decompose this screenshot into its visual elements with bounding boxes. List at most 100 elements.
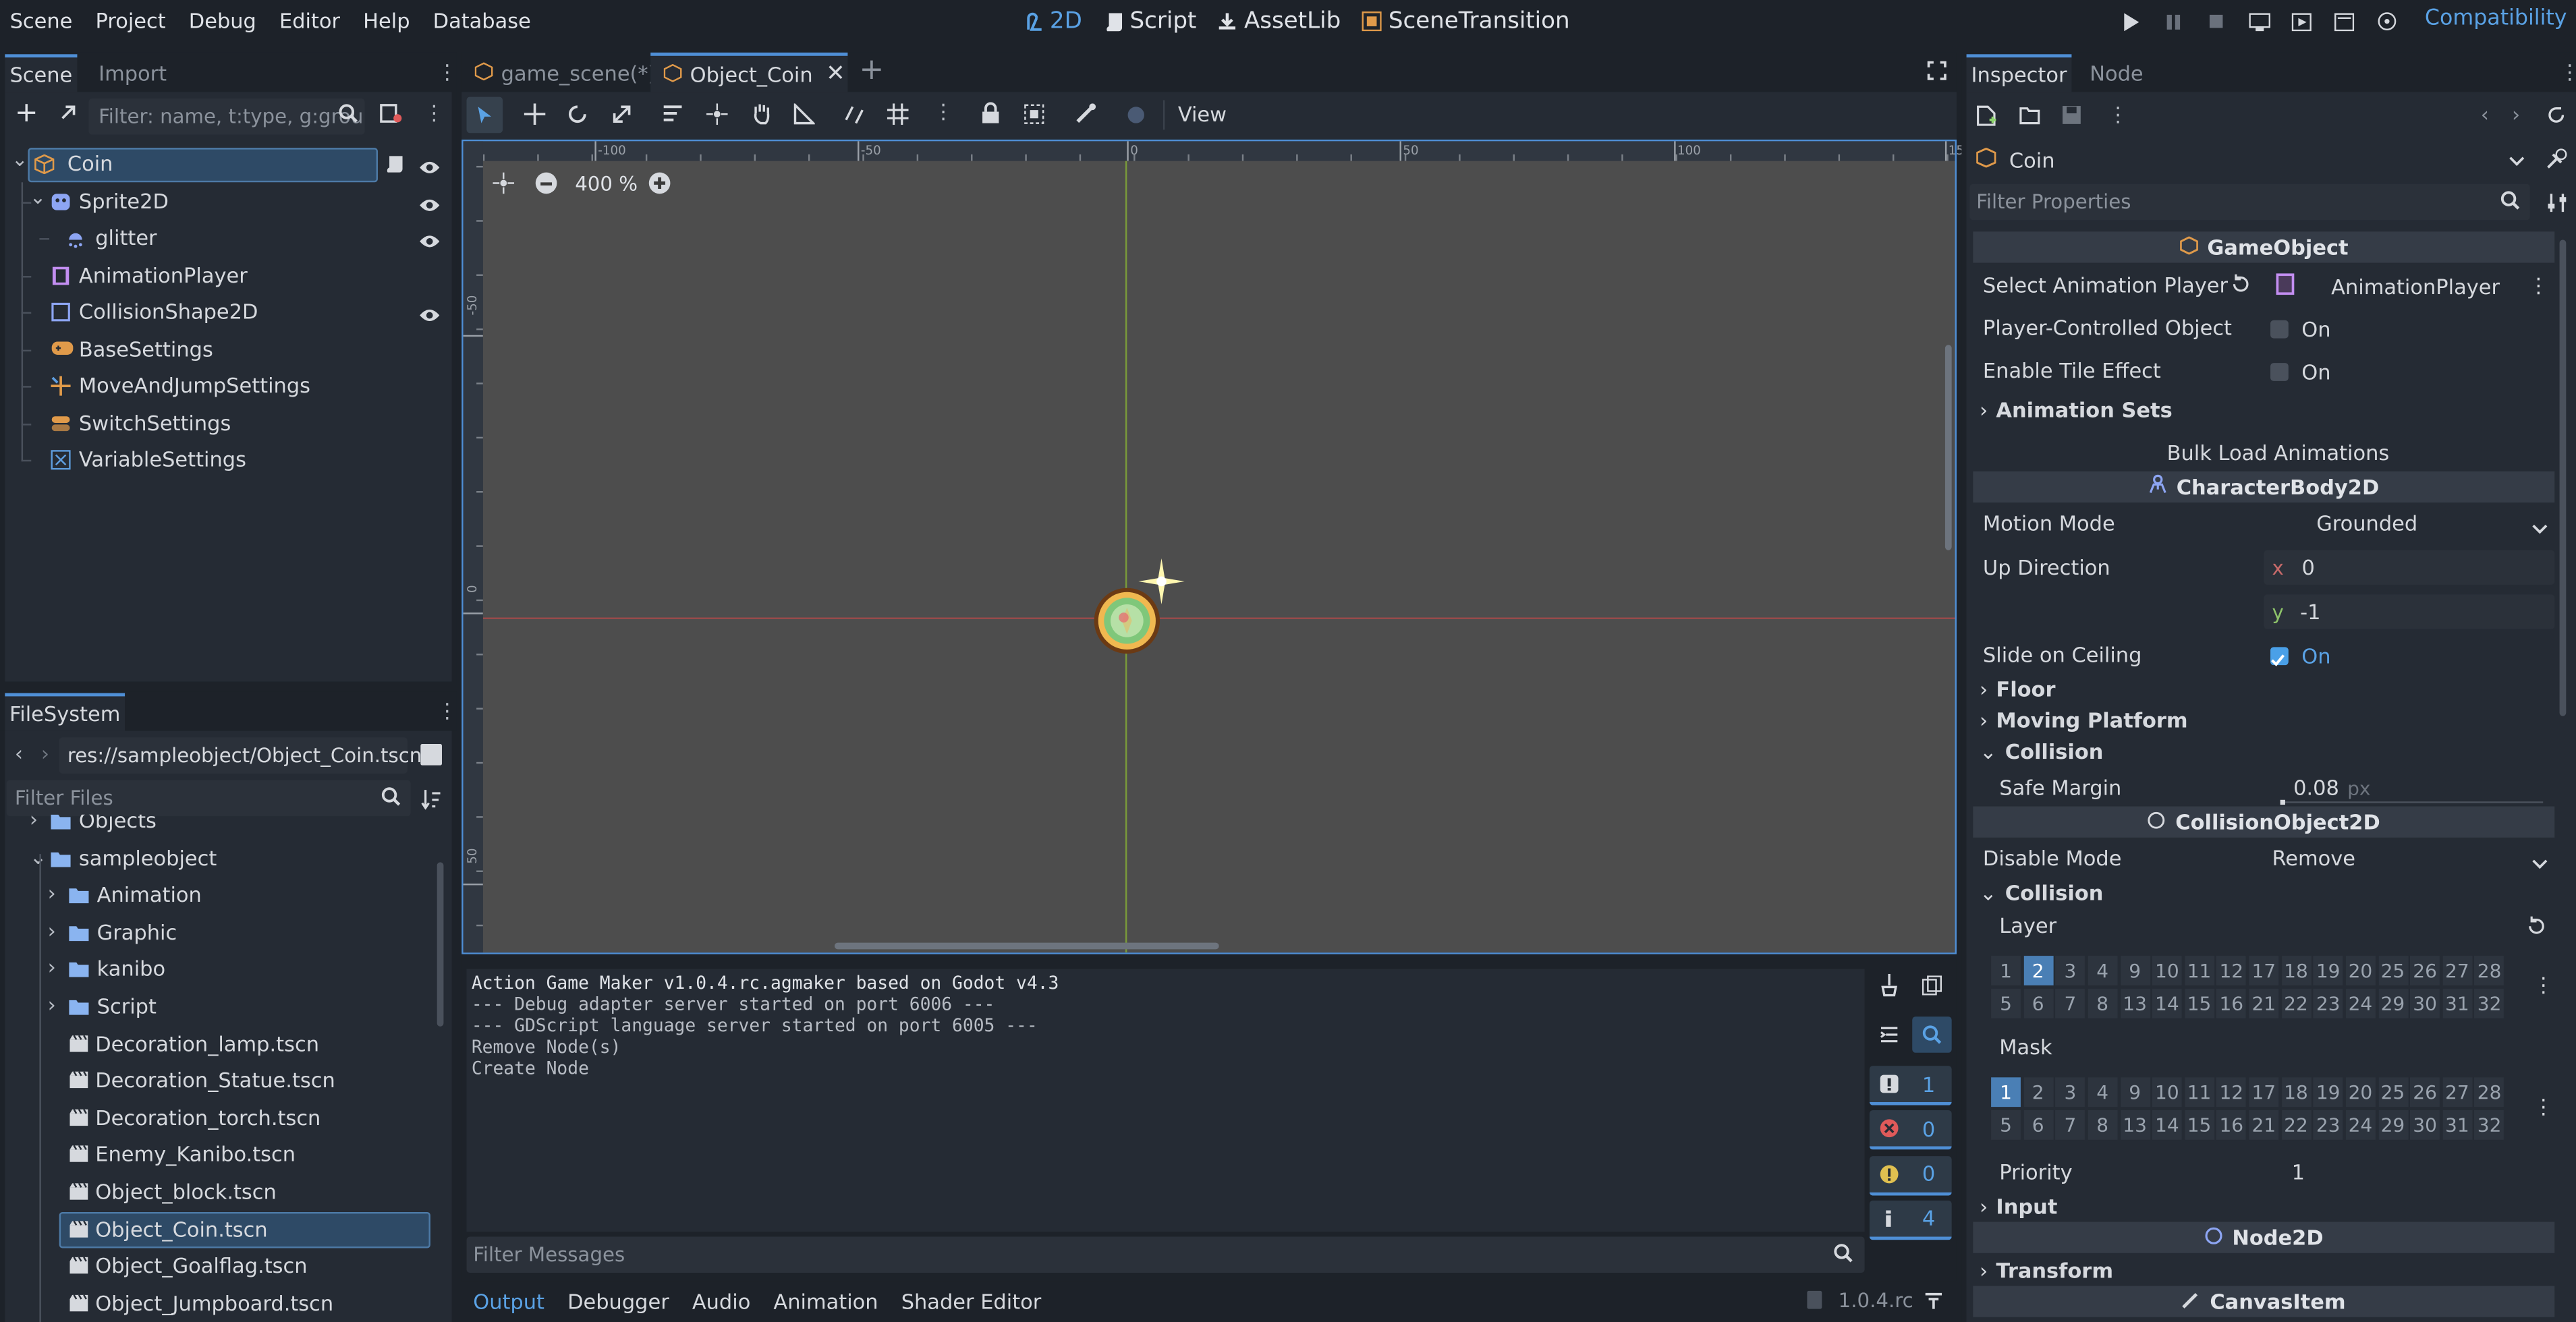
tree-node-moveandjumpsettings[interactable]: MoveAndJumpSettings	[5, 368, 451, 405]
counter-info[interactable]: 4	[1869, 1200, 1952, 1240]
file-item[interactable]: ⌄ sampleobject	[5, 840, 435, 878]
inspector-scrollbar[interactable]	[2559, 239, 2567, 716]
clear-output-icon[interactable]	[1880, 973, 1899, 1002]
remote-debug-icon[interactable]	[2237, 12, 2280, 31]
mask-bit-15[interactable]: 15	[2184, 1110, 2214, 1140]
camera-override-icon[interactable]	[1125, 103, 1147, 130]
file-item[interactable]: Decoration_Statue.tscn	[5, 1063, 435, 1100]
select-mode-icon[interactable]	[466, 96, 503, 134]
new-resource-icon[interactable]	[1976, 105, 1996, 132]
attach-script-icon[interactable]	[379, 103, 402, 128]
file-item[interactable]: Object_Coin.tscn	[5, 1211, 435, 1248]
enable-tile-effect-checkbox[interactable]: On	[2270, 360, 2331, 384]
counter-message[interactable]: 1	[1869, 1066, 1952, 1105]
editor-tab-object-coin[interactable]: Object_Coin ✕	[650, 52, 848, 92]
group-collision[interactable]: ⌄ Collision	[1980, 739, 2103, 764]
menu-debug[interactable]: Debug	[189, 7, 256, 32]
collapse-output-icon[interactable]	[1880, 1025, 1899, 1050]
tab-inspector[interactable]: Inspector	[1966, 54, 2072, 92]
list-mode-icon[interactable]	[662, 103, 683, 130]
tab-node[interactable]: Node	[2090, 61, 2143, 86]
up-direction-y-field[interactable]: y -1	[2264, 594, 2555, 629]
dock-menu-icon[interactable]: ⋮	[437, 59, 457, 84]
mask-bit-12[interactable]: 12	[2216, 1077, 2247, 1108]
mask-bit-5[interactable]: 5	[1991, 1110, 2021, 1140]
layer-bit-6[interactable]: 6	[2023, 988, 2053, 1018]
inspected-object-selector[interactable]: Coin	[1969, 141, 2531, 177]
file-scrollbar[interactable]	[437, 862, 444, 1027]
visibility-eye-icon[interactable]	[419, 230, 441, 255]
layer-bit-30[interactable]: 30	[2410, 988, 2440, 1018]
counter-error[interactable]: 0	[1869, 1110, 1952, 1151]
workspace-script[interactable]: Script	[1103, 8, 1196, 34]
history-back-icon[interactable]: ‹	[2481, 102, 2489, 127]
chevron-right-icon[interactable]: ›	[48, 992, 56, 1017]
mask-bit-19[interactable]: 19	[2313, 1077, 2343, 1108]
load-resource-icon[interactable]	[2019, 105, 2040, 130]
bottom-tab-output[interactable]: Output	[473, 1288, 544, 1313]
layer-bit-16[interactable]: 16	[2216, 988, 2247, 1018]
bottom-tab-shader-editor[interactable]: Shader Editor	[901, 1288, 1042, 1313]
chevron-down-icon[interactable]: ⌄	[11, 148, 28, 171]
chevron-down-icon[interactable]: ⌄	[30, 844, 47, 869]
mask-menu-icon[interactable]: ⋮	[2533, 1094, 2554, 1119]
run-current-scene-icon[interactable]	[2280, 12, 2323, 31]
scale-mode-icon[interactable]	[611, 103, 633, 130]
tree-node-animationplayer[interactable]: AnimationPlayer	[5, 257, 451, 294]
section-characterbody2d[interactable]: CharacterBody2D	[1973, 471, 2555, 503]
zoom-out-icon[interactable]	[535, 172, 557, 194]
sort-icon[interactable]	[420, 788, 442, 815]
mask-bit-3[interactable]: 3	[2055, 1077, 2085, 1108]
tree-node-sprite2d[interactable]: ⌄ Sprite2D	[5, 183, 451, 220]
group-transform[interactable]: › Transform	[1980, 1258, 2113, 1283]
history-forward-icon[interactable]: ›	[2512, 102, 2520, 127]
pause-icon[interactable]	[2152, 12, 2195, 30]
group-animation-sets[interactable]: › Animation Sets	[1980, 397, 2173, 422]
dock-menu-icon[interactable]: ⋮	[2560, 59, 2576, 84]
mask-bit-8[interactable]: 8	[2088, 1110, 2118, 1140]
layer-bit-19[interactable]: 19	[2313, 956, 2343, 985]
bottom-tab-debugger[interactable]: Debugger	[567, 1288, 669, 1313]
add-tab-icon[interactable]: +	[859, 53, 884, 87]
file-item[interactable]: Object_Goalflag.tscn	[5, 1248, 435, 1286]
ruler-mode-icon[interactable]	[793, 102, 816, 130]
workspace-assetlib[interactable]: AssetLib	[1218, 8, 1341, 34]
menu-project[interactable]: Project	[96, 7, 166, 32]
renderer-selector[interactable]: Compatibility	[2425, 7, 2567, 32]
visibility-eye-icon[interactable]	[419, 304, 441, 328]
section-gameobject[interactable]: GameObject	[1973, 231, 2555, 263]
layer-bit-5[interactable]: 5	[1991, 988, 2021, 1018]
safe-margin-slider[interactable]	[2280, 801, 2544, 803]
script-icon[interactable]	[386, 154, 404, 179]
zoom-level[interactable]: 400 %	[575, 173, 638, 196]
mask-bit-11[interactable]: 11	[2184, 1077, 2214, 1108]
tree-node-collisionshape2d[interactable]: CollisionShape2D	[5, 294, 451, 331]
file-item[interactable]: Decoration_torch.tscn	[5, 1100, 435, 1137]
workspace-2d[interactable]: 2D	[1025, 8, 1082, 34]
pin-panel-icon[interactable]	[1924, 1291, 1943, 1316]
layer-bit-20[interactable]: 20	[2345, 956, 2376, 985]
property-menu-icon[interactable]: ⋮	[2528, 272, 2548, 297]
player-controlled-checkbox[interactable]: On	[2270, 317, 2331, 341]
mask-bit-18[interactable]: 18	[2281, 1077, 2311, 1108]
file-item[interactable]: › Objects	[5, 814, 435, 840]
safe-margin-field[interactable]: 0.08 px	[2280, 775, 2544, 805]
mask-bit-9[interactable]: 9	[2120, 1077, 2150, 1108]
layer-bit-1[interactable]: 1	[1991, 956, 2021, 985]
play-icon[interactable]	[2109, 12, 2152, 31]
grid-snap-icon[interactable]	[887, 103, 909, 130]
filter-settings-icon[interactable]	[2546, 192, 2568, 219]
workspace-scenetransition[interactable]: SceneTransition	[1362, 8, 1570, 34]
property-filter-input[interactable]: Filter Properties	[1969, 183, 2530, 221]
tree-node-switchsettings[interactable]: SwitchSettings	[5, 405, 451, 442]
layer-bit-18[interactable]: 18	[2281, 956, 2311, 985]
file-item[interactable]: Enemy_Kanibo.tscn	[5, 1137, 435, 1174]
bottom-tab-audio[interactable]: Audio	[692, 1288, 751, 1313]
mask-bit-7[interactable]: 7	[2055, 1110, 2085, 1140]
mask-bit-6[interactable]: 6	[2023, 1110, 2053, 1140]
pivot-mode-icon[interactable]	[706, 103, 728, 130]
file-filter-input[interactable]: Filter Files	[6, 780, 411, 817]
group-moving-platform[interactable]: › Moving Platform	[1980, 708, 2188, 732]
layer-bit-2[interactable]: 2	[2023, 956, 2053, 985]
tree-node-variablesettings[interactable]: VariableSettings	[5, 442, 451, 479]
